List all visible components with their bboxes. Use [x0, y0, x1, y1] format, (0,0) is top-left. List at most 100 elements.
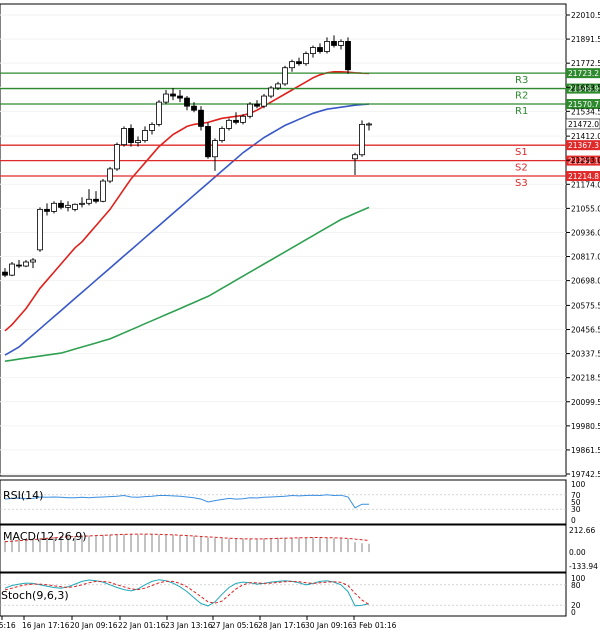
candle-body: [163, 93, 169, 103]
candle-body: [254, 103, 260, 107]
candle-body: [359, 123, 365, 156]
time-tick-label: 3 Feb 01:16: [352, 621, 397, 630]
candle-body: [44, 208, 50, 212]
level-label-s2: S2: [515, 163, 528, 174]
level-tag: 21367.3: [568, 141, 599, 150]
stoch-panel-frame: [0, 572, 567, 617]
candle-body: [289, 61, 295, 69]
candle-body: [205, 126, 211, 158]
time-tick-label: 20 Jan 09:16: [70, 621, 118, 630]
level-label-s3: S3: [515, 178, 528, 189]
candle-body: [345, 41, 351, 71]
candle-body: [23, 261, 29, 267]
macd-panel: MACD(12,26,9) 212.66 0.00 -133.94: [0, 524, 598, 573]
candle-body: [58, 202, 64, 208]
price-tick-label: 21534.5: [571, 107, 600, 116]
candle-body: [191, 105, 197, 111]
candle-body: [331, 41, 337, 46]
time-tick-label: 05:16: [0, 621, 16, 630]
price-tick-label: 21891.5: [571, 35, 600, 44]
candle-body: [233, 119, 239, 123]
level-label-r1: R1: [515, 106, 528, 117]
candle-body: [128, 128, 134, 144]
stoch-panel: Stoch(9,6,3) 10080200: [0, 572, 586, 617]
price-tick-label: 21055.0: [571, 204, 600, 213]
macd-tick-label: 212.66: [569, 526, 595, 535]
candle-body: [121, 128, 127, 146]
candle-body: [100, 180, 106, 202]
price-tick-label: 19742.5: [571, 470, 600, 479]
candle-body: [51, 202, 57, 212]
candle-body: [317, 47, 323, 52]
candle-body: [177, 95, 183, 99]
candle-body: [65, 204, 71, 208]
rsi-panel-frame: [0, 479, 567, 525]
price-tick-label: 21653.5: [571, 83, 600, 92]
price-tick-label: 20698.0: [571, 277, 600, 286]
rsi-tick-label: 0: [571, 516, 576, 525]
price-panel: R321723.2R221646.9R121570.7S121367.3S221…: [0, 3, 600, 479]
candle-body: [240, 115, 246, 123]
candle-body: [198, 109, 204, 127]
candle-body: [247, 103, 253, 117]
candle-body: [303, 53, 309, 65]
current-price-tag: 21472.0: [568, 120, 599, 129]
trading-chart: R321723.2R221646.9R121570.7S121367.3S221…: [0, 3, 600, 630]
rsi-tick-label: 100: [571, 480, 586, 489]
price-tick-label: 20456.5: [571, 326, 600, 335]
price-tick-label: 20936.0: [571, 228, 600, 237]
price-tick-label: 21412.0: [571, 132, 600, 141]
time-tick-label: 30 Jan 09:16: [305, 621, 353, 630]
candle-body: [282, 67, 288, 85]
candle-body: [184, 97, 190, 107]
time-tick-label: 27 Jan 05:16: [211, 621, 259, 630]
price-tick-label: 21293.0: [571, 156, 600, 165]
time-axis: 05:16 16 Jan 17:1620 Jan 09:1622 Jan 01:1…: [0, 616, 397, 630]
candle-body: [352, 154, 358, 160]
price-tick-label: 21174.0: [571, 180, 600, 189]
level-label-s1: S1: [515, 147, 528, 158]
price-tick-label: 20099.5: [571, 398, 600, 407]
time-tick-label: 23 Jan 13:16: [165, 621, 213, 630]
candle-body: [135, 140, 141, 144]
rsi-panel: RSI(14) 1007050300: [0, 479, 586, 525]
time-tick-label: 28 Jan 17:16: [258, 621, 306, 630]
candle-body: [324, 41, 330, 52]
macd-tick-label: -133.94: [569, 562, 598, 571]
rsi-label: RSI(14): [3, 489, 43, 502]
price-tick-label: 20337.5: [571, 350, 600, 359]
candle-body: [268, 87, 274, 97]
price-tick-label: 19980.5: [571, 422, 600, 431]
stoch-label: Stoch(9,6,3): [1, 589, 69, 602]
price-tick-label: 20817.0: [571, 253, 600, 262]
time-tick-label: 16 Jan 17:16: [22, 621, 70, 630]
price-tick-label: 20218.5: [571, 374, 600, 383]
candle-body: [93, 198, 99, 202]
level-label-r3: R3: [515, 75, 528, 86]
candle-body: [30, 259, 36, 263]
candle-body: [79, 202, 85, 205]
candle-body: [16, 264, 22, 267]
macd-label: MACD(12,26,9): [3, 530, 87, 543]
candle-body: [107, 168, 113, 182]
candle-body: [366, 123, 372, 126]
candle-body: [156, 101, 162, 125]
price-tick-label: 22010.5: [571, 11, 600, 20]
level-label-r2: R2: [515, 91, 528, 102]
candle-body: [219, 128, 225, 141]
candle-body: [37, 208, 43, 251]
candle-body: [72, 203, 78, 210]
stoch-axis: 10080200: [571, 574, 586, 617]
price-tick-label: 19861.5: [571, 446, 600, 455]
candle-body: [2, 271, 8, 276]
price-tick-label: 21772.5: [571, 59, 600, 68]
candle-body: [296, 61, 302, 65]
rsi-tick-label: 30: [571, 505, 581, 514]
price-tick-label: 20575.5: [571, 301, 600, 310]
stoch-tick-label: 0: [571, 608, 576, 617]
stoch-tick-label: 80: [571, 581, 581, 590]
rsi-axis: 1007050300: [571, 480, 586, 525]
level-tag: 21723.2: [568, 69, 599, 78]
macd-tick-label: 0.00: [569, 548, 586, 557]
candle-body: [275, 83, 281, 89]
